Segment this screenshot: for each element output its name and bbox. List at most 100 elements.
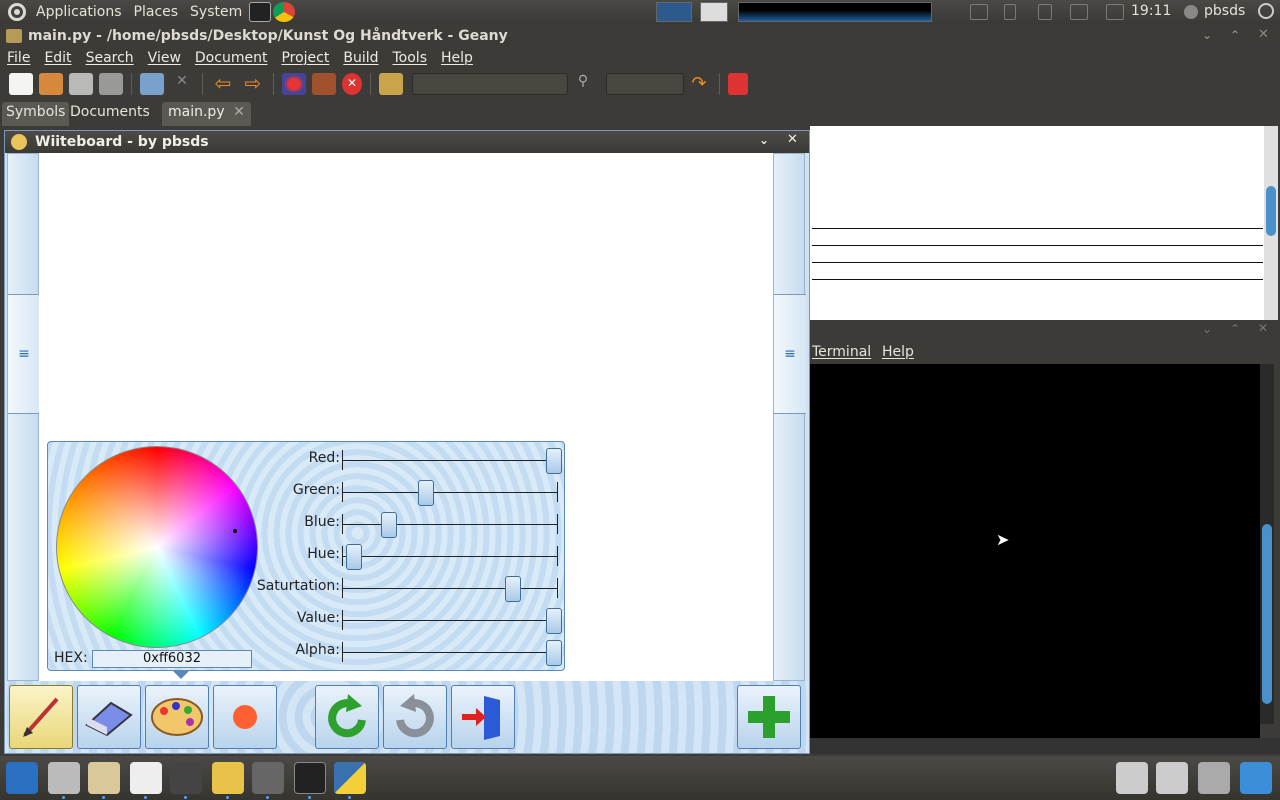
geany-icon[interactable] [212,762,244,794]
menu-terminal[interactable]: Terminal [812,344,871,360]
new-file-icon[interactable] [9,73,33,95]
color-wheel-marker[interactable] [233,529,237,533]
bluetooth-icon[interactable] [1004,4,1016,20]
slider-track[interactable] [342,652,558,653]
image-viewer-icon[interactable] [88,762,120,794]
tab-symbols[interactable]: Symbols [2,102,70,126]
menu-tools[interactable]: Tools [386,50,435,66]
goto-line-input[interactable] [606,73,684,95]
menu-view[interactable]: View [141,50,188,66]
maximize-icon[interactable]: ⌃ [1230,28,1240,42]
scrollbar-thumb[interactable] [1262,524,1272,704]
mail-icon[interactable] [1106,4,1124,20]
python-icon[interactable] [334,762,366,794]
slider-track[interactable] [342,620,558,621]
workspace-switcher[interactable] [656,2,692,22]
menu-document[interactable]: Document [188,50,275,66]
close-file-icon[interactable]: ✕ [170,73,194,95]
minimize-icon[interactable]: ⌄ [759,133,769,147]
slider-track[interactable] [342,588,558,589]
color-chooser-icon[interactable] [379,73,403,95]
show-desktop-button[interactable] [1240,762,1272,794]
terminal-scrollbar[interactable] [1260,364,1274,724]
open-file-icon[interactable] [39,73,63,95]
slider-blue[interactable]: Blue: [248,512,566,538]
compile-icon[interactable] [282,73,306,95]
left-handle[interactable]: ≡ [8,294,40,414]
undo-button[interactable] [315,685,379,749]
slider-track[interactable] [342,492,558,493]
slider-track[interactable] [342,524,558,525]
slider-thumb[interactable] [346,544,363,570]
system-menu[interactable]: System [184,4,248,20]
terminal-icon[interactable] [294,762,326,794]
slider-saturtation[interactable]: Saturtation: [248,576,566,602]
clock[interactable]: 19:11 [1131,3,1171,19]
menu-project[interactable]: Project [274,50,336,66]
slider-value[interactable]: Value: [248,608,566,634]
slider-thumb[interactable] [504,576,521,602]
close-tab-icon[interactable]: ✕ [233,104,245,120]
right-handle[interactable]: ≡ [774,294,806,414]
terminal-launcher-icon[interactable] [249,2,272,22]
minimize-icon[interactable]: ⌄ [1202,28,1212,42]
drive-icon[interactable] [1156,762,1188,794]
anchor-icon[interactable] [6,762,38,794]
quit-icon[interactable] [728,73,748,95]
minimize-icon[interactable]: ⌄ [1202,322,1212,336]
color-wheel[interactable] [56,446,258,648]
menu-build[interactable]: Build [336,50,385,66]
show-desktop-icon[interactable] [700,2,728,22]
document-tab[interactable]: main.py ✕ [162,102,251,126]
slider-hue[interactable]: Hue: [248,544,566,570]
editor-area[interactable] [810,126,1264,320]
terminal-area[interactable]: ➤ [810,364,1260,738]
network-icon[interactable] [1038,4,1052,20]
slider-alpha[interactable]: Alpha: [248,640,566,666]
user-name[interactable]: pbsds [1204,3,1245,19]
files-icon[interactable] [48,762,80,794]
editor-scrollbar[interactable] [1264,126,1278,320]
exit-button[interactable] [451,685,515,749]
display-icon[interactable] [970,4,988,20]
slider-green[interactable]: Green: [248,480,566,506]
slider-thumb[interactable] [418,480,435,506]
scrollbar-thumb[interactable] [1266,186,1276,236]
menu-terminal-help[interactable]: Help [882,344,914,360]
search-icon[interactable]: ⚲ [571,73,595,95]
menu-file[interactable]: File [0,50,37,66]
revert-icon[interactable] [140,73,164,95]
slider-track[interactable] [342,460,558,461]
slider-red[interactable]: Red: [248,448,566,474]
slider-thumb[interactable] [546,608,562,634]
terminal-hscrollbar[interactable] [810,738,1280,754]
build-icon[interactable] [312,73,336,95]
tab-documents[interactable]: Documents [66,102,154,126]
goto-line-icon[interactable]: ↷ [687,73,711,95]
back-icon[interactable]: ⇦ [211,73,235,95]
video-icon[interactable] [170,762,202,794]
save-all-icon[interactable] [99,73,123,95]
applications-menu[interactable]: Applications [30,4,128,20]
brush-button[interactable] [9,685,73,749]
stop-icon[interactable]: ✕ [342,73,362,95]
ubuntu-logo-icon[interactable] [8,3,26,21]
close-icon[interactable]: ✕ [787,132,798,147]
eraser-button[interactable] [77,685,141,749]
close-icon[interactable]: ✕ [1258,321,1268,335]
chrome-launcher-icon[interactable] [273,2,296,22]
menu-help[interactable]: Help [434,50,480,66]
close-icon[interactable]: ✕ [1258,27,1269,42]
save-icon[interactable] [69,73,93,95]
menu-edit[interactable]: Edit [37,50,78,66]
power-icon[interactable] [1258,3,1274,19]
slider-thumb[interactable] [546,640,562,666]
maximize-icon[interactable]: ⌃ [1230,322,1240,336]
search-input[interactable] [412,73,568,95]
volume-icon[interactable] [1070,4,1088,20]
palette-button[interactable] [145,685,209,749]
user-status-icon[interactable] [1184,5,1198,19]
slider-thumb[interactable] [546,448,562,474]
menu-search[interactable]: Search [79,50,141,66]
places-menu[interactable]: Places [128,4,185,20]
